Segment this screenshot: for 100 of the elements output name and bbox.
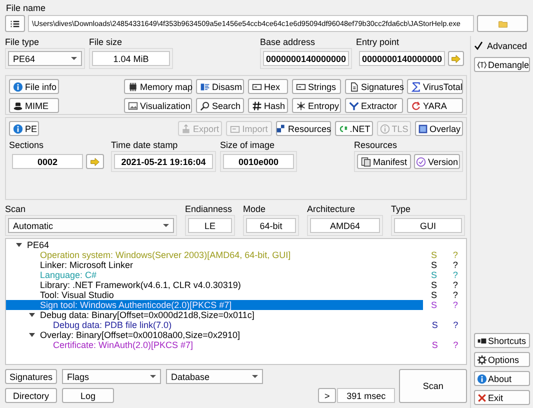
sections-field: 0002 [12, 154, 83, 169]
tool-button[interactable]: MIME [9, 98, 59, 113]
pe-tool-button[interactable]: Overlay [415, 121, 463, 136]
field-label: Architecture [307, 203, 356, 215]
menu-icon [10, 18, 20, 28]
chip-icon [128, 82, 138, 92]
field-label: Mode [243, 203, 267, 215]
refresh-icon [411, 100, 421, 110]
import-icon [230, 124, 240, 134]
result-info-link[interactable]: ? [444, 260, 466, 270]
field-label: File type [5, 36, 40, 48]
expand-arrow-icon[interactable] [16, 243, 22, 247]
tree-row[interactable]: Overlay: Binary[Offset=0x00108a00,Size=0x2910] [6, 330, 435, 340]
pe-tool-button[interactable]: .NET [335, 121, 373, 136]
close-icon [477, 392, 487, 402]
result-type-marker: S [430, 340, 439, 350]
tree-row[interactable]: PE64 [6, 240, 422, 250]
field-label: Resources [354, 139, 398, 151]
result-text: PE64 [27, 240, 50, 250]
tool-button[interactable]: Disasm [196, 79, 244, 94]
tool-button[interactable]: YARA [407, 98, 463, 113]
tool-button[interactable]: Memory map [124, 79, 192, 94]
tree-row[interactable]: Tool: Visual Studio [6, 290, 424, 300]
architecture-field: AMD64 [310, 218, 380, 233]
result-type-marker: S [430, 320, 439, 330]
directory-button[interactable]: Directory [5, 388, 57, 403]
tree-row[interactable]: Linker: Microsoft Linker [6, 260, 424, 270]
hash-icon [252, 100, 262, 110]
scan-mode-dropdown[interactable]: Automatic [8, 218, 174, 233]
image-icon [128, 100, 138, 110]
tree-row[interactable]: Debug data: Binary[Offset=0x000d21d8,Size=0x011c] [6, 310, 435, 320]
base-address-field: 0000000140000000 [263, 51, 349, 66]
tool-button[interactable]: File info [9, 79, 59, 94]
go-button[interactable] [448, 51, 464, 66]
result-info-link[interactable]: ? [445, 340, 466, 350]
rectangle-icon [252, 82, 262, 92]
pe-button[interactable]: PE [9, 121, 39, 136]
file-type-dropdown[interactable]: PE64 [8, 51, 82, 66]
side-button[interactable]: Shortcuts [474, 333, 530, 348]
result-type-marker: S [430, 280, 438, 290]
result-info-link[interactable]: ? [444, 280, 466, 290]
result-info-link[interactable]: ? [444, 300, 466, 310]
list-icon [200, 82, 210, 92]
squares-icon [276, 124, 286, 134]
expand-arrow-icon[interactable] [29, 313, 35, 317]
result-info-link[interactable]: ? [444, 290, 466, 300]
field-label: Base address [260, 36, 316, 48]
advanced-checkbox[interactable]: Advanced [474, 38, 533, 53]
check-icon[interactable] [474, 41, 483, 50]
endianness-field: LE [188, 218, 232, 233]
expand-arrow-icon[interactable] [29, 333, 35, 337]
side-button[interactable]: Exit [474, 390, 530, 405]
field-label: Sections [9, 139, 45, 151]
demangle-button[interactable]: Demangle [474, 57, 530, 72]
log-button[interactable]: Log [62, 388, 114, 403]
tree-row[interactable]: Sign tool: Windows Authenticode(2.0)[PKCS #7] [6, 300, 424, 310]
field-label: Endianness [185, 203, 234, 215]
tool-button[interactable]: Strings [292, 79, 341, 94]
folder-icon [498, 18, 508, 28]
more-button[interactable]: > [318, 388, 336, 403]
type-field: GUI [394, 218, 462, 233]
tree-row[interactable]: Library: .NET Framework(v4.6.1, CLR v4.0.30319) [6, 280, 424, 290]
signatures-button[interactable]: Signatures [5, 369, 57, 384]
tool-button[interactable]: Extractor [345, 98, 403, 113]
tool-button[interactable]: Search [196, 98, 244, 113]
field-label: File name [6, 2, 47, 14]
hat-icon [13, 100, 23, 110]
result-type-marker: S [430, 270, 438, 280]
result-text: Debug data: Binary[Offset=0x000d21d8,Size=0x011c] [40, 310, 254, 320]
tool-button[interactable]: Hex [248, 79, 288, 94]
database-dropdown[interactable]: Database [166, 369, 263, 384]
tree-row[interactable]: Certificate: WinAuth(2.0)[PKCS #7] [6, 340, 425, 350]
field-label: Scan [5, 203, 27, 215]
info-icon [13, 82, 23, 92]
result-type-marker: S [430, 250, 438, 260]
result-info-link[interactable]: ? [445, 320, 466, 330]
scan-button[interactable]: Scan [399, 369, 467, 403]
flags-dropdown[interactable]: Flags [62, 369, 161, 384]
result-type-marker: S [430, 290, 438, 300]
sections-go-button[interactable] [86, 154, 104, 169]
menu-button[interactable] [5, 15, 25, 32]
tool-button[interactable]: VirusTotal [407, 79, 463, 94]
tree-row[interactable]: Debug data: PDB file link(7.0) [6, 320, 425, 330]
result-text: Library: .NET Framework(v4.6.1, CLR v4.0.30319) [40, 280, 241, 290]
net-icon [338, 124, 348, 134]
side-button[interactable]: About [474, 371, 530, 386]
tool-button[interactable]: Visualization [124, 98, 192, 113]
snowflake-icon [296, 100, 306, 110]
pe-tool-button[interactable]: Resources [276, 121, 331, 136]
tool-button[interactable]: Entropy [292, 98, 341, 113]
field-label: Size of image [220, 139, 276, 151]
tool-button[interactable]: Signatures [345, 79, 403, 94]
result-text: Overlay: Binary[Offset=0x00108a00,Size=0x2910] [40, 330, 240, 340]
document-icon [349, 82, 359, 92]
result-text: Linker: Microsoft Linker [40, 260, 134, 270]
arrow-icon [90, 156, 100, 166]
side-button[interactable]: Options [474, 352, 530, 367]
resource-button[interactable]: Manifest [357, 154, 411, 169]
resource-button[interactable]: Version [414, 154, 460, 169]
tool-button[interactable]: Hash [248, 98, 288, 113]
